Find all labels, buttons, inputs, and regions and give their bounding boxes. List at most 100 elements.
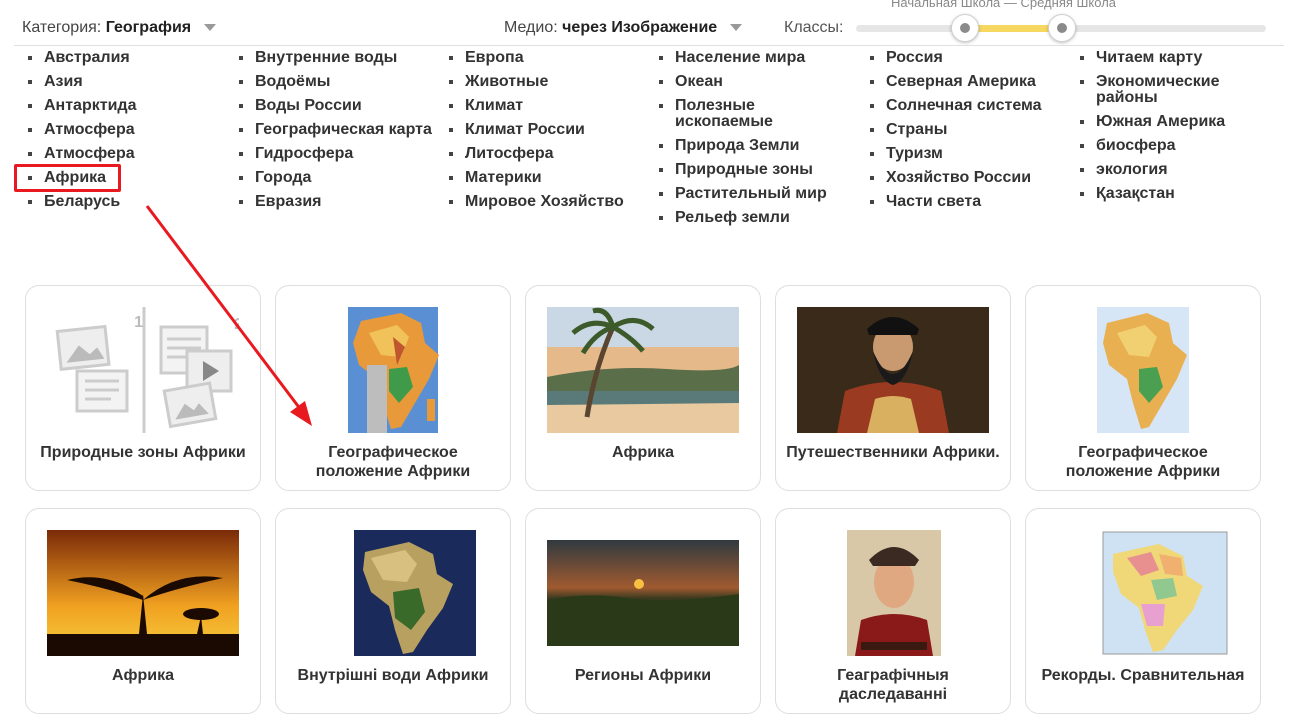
resource-card[interactable]: Внутрішні води Африки bbox=[275, 508, 511, 714]
classes-label: Классы: bbox=[784, 19, 844, 36]
bullet-icon bbox=[870, 200, 874, 204]
topic-link[interactable]: Туризм bbox=[866, 146, 1071, 162]
topic-link[interactable]: Части света bbox=[866, 194, 1071, 210]
bullet-icon bbox=[1080, 144, 1084, 148]
card-title: Регионы Африки bbox=[574, 667, 712, 684]
topic-link[interactable]: Животные bbox=[445, 74, 650, 90]
topic-link[interactable]: Австралия bbox=[24, 50, 229, 66]
topic-link[interactable]: Природные зоны bbox=[655, 162, 835, 178]
topic-link[interactable]: Географическая карта bbox=[235, 122, 440, 138]
topic-link[interactable]: Водоёмы bbox=[235, 74, 440, 90]
sunset-landscape-photo bbox=[547, 540, 739, 646]
resource-card[interactable]: Регионы Африки bbox=[525, 508, 761, 714]
resource-card[interactable]: Географическое положение Африки bbox=[275, 285, 511, 491]
topic-link[interactable]: Қазақстан bbox=[1076, 186, 1256, 202]
classes-slider-handle-low[interactable] bbox=[951, 14, 979, 42]
classes-slider-handle-high[interactable] bbox=[1048, 14, 1076, 42]
topic-link[interactable]: Внутренние воды bbox=[235, 50, 440, 66]
bullet-icon bbox=[449, 128, 453, 132]
topic-link[interactable]: Солнечная система bbox=[866, 98, 1071, 114]
topic-link[interactable]: Беларусь bbox=[24, 194, 229, 210]
topic-link[interactable]: Климат России bbox=[445, 122, 650, 138]
topic-link[interactable]: Северная Америка bbox=[866, 74, 1071, 90]
card-title: Путешественники Африки. bbox=[786, 444, 1000, 461]
card-title: Географическое положение Африки bbox=[1065, 444, 1221, 480]
topic-link[interactable]: Материки bbox=[445, 170, 650, 186]
bullet-icon bbox=[1080, 80, 1084, 84]
bullet-icon bbox=[449, 152, 453, 156]
resource-card[interactable]: Африка bbox=[25, 508, 261, 714]
topic-link[interactable]: биосфера bbox=[1076, 138, 1256, 154]
topic-link[interactable]: Мировое Хозяйство bbox=[445, 194, 650, 210]
card-title: Геаграфічныя даследаванні bbox=[837, 667, 949, 703]
bullet-icon bbox=[239, 128, 243, 132]
topic-link[interactable]: Атмосфера bbox=[24, 146, 229, 162]
step-number: 2 bbox=[234, 316, 239, 333]
bullet-icon bbox=[870, 176, 874, 180]
bullet-icon bbox=[28, 152, 32, 156]
topic-column: Читаем карту Экономические районы Южная … bbox=[1076, 50, 1256, 210]
bullet-icon bbox=[239, 104, 243, 108]
explorer-portrait bbox=[797, 307, 989, 433]
resource-card[interactable]: 1 2 Природные зоны Африки bbox=[25, 285, 261, 491]
topic-column: Население мира Океан Полезные ископаемые… bbox=[655, 50, 835, 234]
topic-link[interactable]: Полезные ископаемые bbox=[655, 98, 795, 130]
topic-link[interactable]: Экономические районы bbox=[1076, 74, 1236, 106]
bullet-icon bbox=[659, 144, 663, 148]
topic-link[interactable]: Климат bbox=[445, 98, 650, 114]
medio-label: Медио: bbox=[504, 19, 558, 36]
topic-link[interactable]: Рельеф земли bbox=[655, 210, 835, 226]
topic-link[interactable]: Население мира bbox=[655, 50, 835, 66]
classes-range-label: Начальная Школа — Средняя Школа bbox=[891, 0, 1117, 10]
divider bbox=[14, 45, 1284, 46]
topic-column: Внутренние воды Водоёмы Воды России Геог… bbox=[235, 50, 440, 218]
topic-link[interactable]: Литосфера bbox=[445, 146, 650, 162]
topic-link[interactable]: Антарктида bbox=[24, 98, 229, 114]
bullet-icon bbox=[239, 56, 243, 60]
topic-link[interactable]: Южная Америка bbox=[1076, 114, 1256, 130]
resource-card[interactable]: Географическое положение Африки bbox=[1025, 285, 1261, 491]
bullet-icon bbox=[28, 128, 32, 132]
topic-link[interactable]: Азия bbox=[24, 74, 229, 90]
caret-down-icon bbox=[203, 24, 216, 32]
topic-link[interactable]: Евразия bbox=[235, 194, 440, 210]
resource-card[interactable]: Геаграфічныя даследаванні bbox=[775, 508, 1011, 714]
topic-link[interactable]: Хозяйство России bbox=[866, 170, 1071, 186]
bullet-icon bbox=[659, 80, 663, 84]
topic-link[interactable]: Природа Земли bbox=[655, 138, 835, 154]
medio-select[interactable]: Медио: через Изображение bbox=[504, 19, 742, 37]
topic-link[interactable]: Гидросфера bbox=[235, 146, 440, 162]
bullet-icon bbox=[1080, 56, 1084, 60]
bullet-icon bbox=[1080, 192, 1084, 196]
topic-link[interactable]: Россия bbox=[866, 50, 1071, 66]
bullet-icon bbox=[28, 80, 32, 84]
topic-column: Европа Животные Климат Климат России Лит… bbox=[445, 50, 650, 218]
bullet-icon bbox=[1080, 120, 1084, 124]
resource-card[interactable]: Путешественники Африки. bbox=[775, 285, 1011, 491]
topic-link[interactable]: Страны bbox=[866, 122, 1071, 138]
savanna-sunset-photo bbox=[47, 530, 239, 656]
bullet-icon bbox=[870, 56, 874, 60]
topic-link[interactable]: Воды России bbox=[235, 98, 440, 114]
topic-link[interactable]: Океан bbox=[655, 74, 835, 90]
topic-link[interactable]: Растительный мир bbox=[655, 186, 835, 202]
topic-link[interactable]: Атмосфера bbox=[24, 122, 229, 138]
resource-card[interactable]: Рекорды. Сравнительная bbox=[1025, 508, 1261, 714]
topic-link[interactable]: Европа bbox=[445, 50, 650, 66]
bullet-icon bbox=[239, 200, 243, 204]
bullet-icon bbox=[449, 176, 453, 180]
topic-link[interactable]: экология bbox=[1076, 162, 1256, 178]
category-select[interactable]: Категория: География bbox=[22, 19, 216, 37]
bullet-icon bbox=[659, 56, 663, 60]
bullet-icon bbox=[239, 152, 243, 156]
topic-link[interactable]: Города bbox=[235, 170, 440, 186]
card-title: Внутрішні води Африки bbox=[297, 667, 489, 684]
topic-link[interactable]: Читаем карту bbox=[1076, 50, 1256, 66]
bullet-icon bbox=[28, 56, 32, 60]
resource-card[interactable]: Африка bbox=[525, 285, 761, 491]
category-value: География bbox=[105, 19, 192, 36]
bullet-icon bbox=[659, 104, 663, 108]
africa-physical-map-small bbox=[1047, 307, 1239, 433]
step-number: 1 bbox=[134, 314, 143, 331]
africa-satellite-map bbox=[297, 530, 489, 656]
